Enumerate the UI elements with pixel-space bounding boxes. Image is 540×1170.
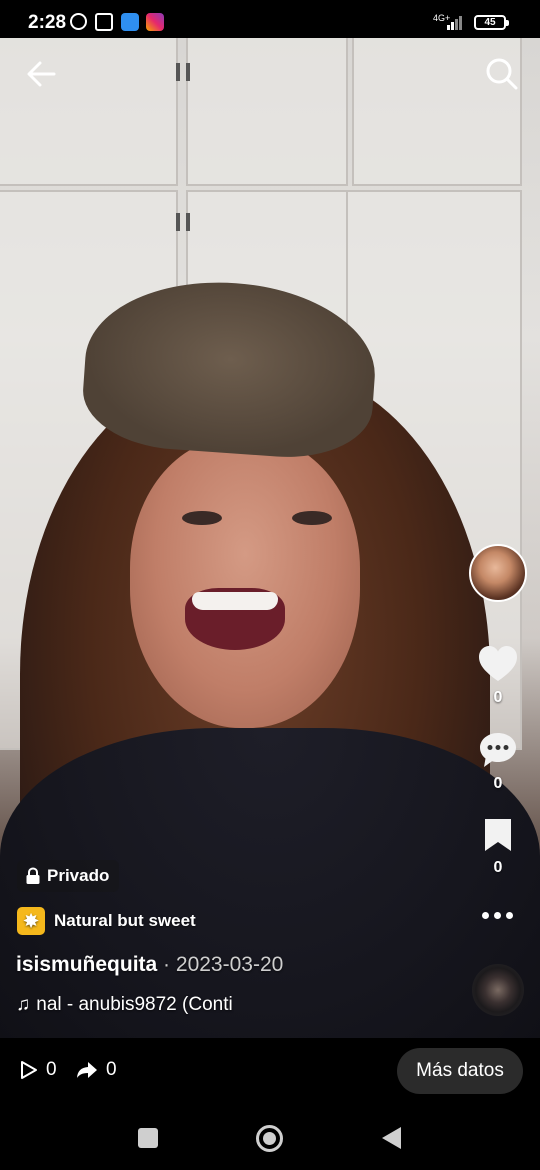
- author-separator: ·: [163, 953, 171, 976]
- share-count: 0: [106, 1059, 117, 1080]
- music-note-icon: ♫: [16, 994, 31, 1015]
- cabinet-handle: [176, 63, 180, 81]
- battery-icon: 45: [474, 15, 509, 30]
- cabinet-panel: [186, 38, 348, 186]
- system-back-button[interactable]: [382, 1127, 401, 1149]
- person-eye: [292, 511, 332, 525]
- recent-apps-button[interactable]: [138, 1128, 158, 1148]
- share-stat: 0: [76, 1059, 117, 1081]
- save-button[interactable]: 0: [470, 816, 526, 877]
- back-button[interactable]: [24, 58, 60, 90]
- more-options-button[interactable]: [480, 908, 516, 924]
- signal-icon: [447, 14, 467, 30]
- comment-icon: [480, 733, 516, 767]
- creator-avatar[interactable]: [469, 544, 527, 602]
- person-eye: [182, 511, 222, 525]
- effect-link[interactable]: ✸ Natural but sweet: [17, 904, 196, 938]
- home-button[interactable]: [256, 1125, 283, 1152]
- comment-count: 0: [493, 775, 503, 792]
- bookmark-icon: [485, 819, 511, 851]
- cabinet-handle: [186, 63, 190, 81]
- effect-sparkle-icon: ✸: [17, 907, 45, 935]
- privacy-badge: Privado: [17, 860, 120, 892]
- system-nav-bar: [0, 1104, 540, 1170]
- messenger-icon: [121, 13, 139, 31]
- music-link[interactable]: ♫ nal - anubis9872 (Conti: [16, 994, 233, 1016]
- alarm-icon: [70, 13, 87, 30]
- nfc-icon: [95, 13, 113, 31]
- status-time: 2:28: [28, 12, 67, 33]
- save-count: 0: [493, 859, 503, 876]
- instagram-icon: [146, 13, 164, 31]
- music-disc-icon[interactable]: [472, 964, 524, 1016]
- author-name[interactable]: isismuñequita: [16, 953, 157, 976]
- arrow-left-icon: [27, 61, 56, 87]
- author-line: isismuñequita · 2023-03-20: [16, 953, 283, 977]
- search-button[interactable]: [484, 56, 520, 92]
- post-date: 2023-03-20: [175, 953, 284, 976]
- effect-label: Natural but sweet: [54, 911, 196, 930]
- like-count: 0: [493, 689, 503, 706]
- search-icon: [486, 58, 518, 90]
- music-title: nal - anubis9872 (Conti: [36, 994, 233, 1015]
- play-count: 0: [46, 1059, 57, 1080]
- like-button[interactable]: 0: [470, 644, 526, 707]
- more-data-button[interactable]: Más datos: [397, 1048, 523, 1094]
- stats-bar: 0 0 Más datos: [0, 1038, 540, 1104]
- privacy-label: Privado: [47, 866, 110, 885]
- lock-icon: [26, 867, 40, 884]
- heart-icon: [479, 646, 517, 681]
- play-stat: 0: [20, 1059, 57, 1081]
- comment-button[interactable]: 0: [470, 730, 526, 793]
- cabinet-handle: [176, 213, 180, 231]
- more-dots-icon: [482, 912, 489, 919]
- person-teeth: [192, 592, 278, 610]
- play-icon: [21, 1061, 37, 1079]
- person-face: [130, 438, 360, 728]
- share-arrow-icon: [77, 1062, 97, 1078]
- cabinet-handle: [186, 213, 190, 231]
